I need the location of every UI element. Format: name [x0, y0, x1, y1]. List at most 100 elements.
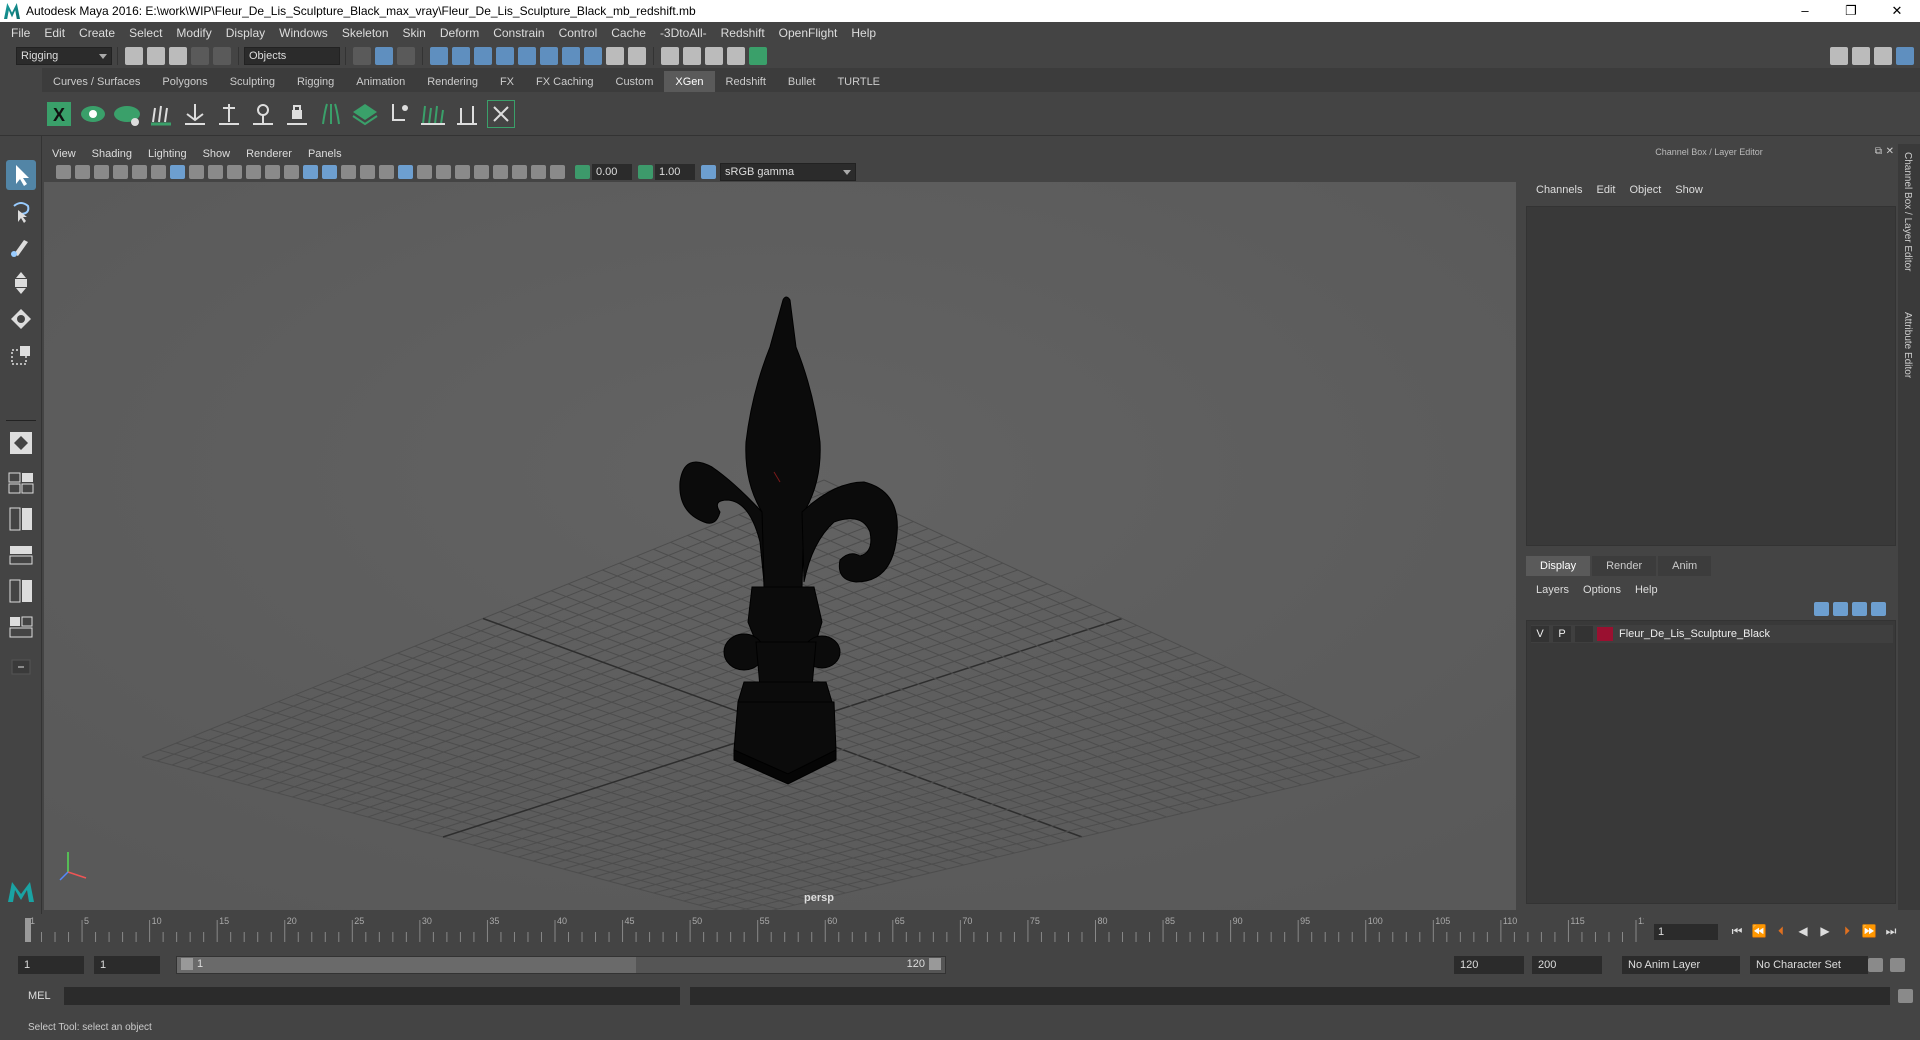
layer-visibility-toggle[interactable]: V — [1531, 626, 1549, 642]
close-icon[interactable]: ✕ — [1886, 146, 1894, 157]
tab-bullet[interactable]: Bullet — [776, 71, 827, 92]
menu-modify[interactable]: Modify — [169, 26, 218, 40]
menuset-dropdown[interactable]: Rigging — [16, 47, 112, 65]
depth-of-field-icon[interactable] — [474, 165, 489, 179]
go-to-start-button[interactable]: ⏮ — [1728, 922, 1746, 940]
anim-layer-dropdown[interactable]: No Anim Layer — [1622, 956, 1740, 974]
xgen-guide-move-icon[interactable] — [181, 100, 209, 128]
move-layer-up-icon[interactable] — [1814, 602, 1829, 616]
new-empty-layer-icon[interactable] — [1852, 602, 1867, 616]
minimize-button[interactable]: – — [1782, 3, 1828, 19]
snap-surface-icon[interactable] — [540, 47, 558, 65]
lasso-tool[interactable] — [6, 196, 36, 226]
select-object-icon[interactable] — [375, 47, 393, 65]
play-forwards-button[interactable]: ▶ — [1816, 922, 1834, 940]
menu-create[interactable]: Create — [72, 26, 122, 40]
menu-file[interactable]: File — [4, 26, 37, 40]
attribute-editor-toggle-icon[interactable] — [1852, 47, 1870, 65]
motion-blur-icon[interactable] — [436, 165, 451, 179]
safe-title-icon[interactable] — [284, 165, 299, 179]
options-menu[interactable]: Options — [1579, 584, 1631, 596]
step-back-key-button[interactable]: ⏴ — [1772, 922, 1790, 940]
bookmark-icon[interactable] — [94, 165, 109, 179]
gate-mask-icon[interactable] — [227, 165, 242, 179]
tab-curves-surfaces[interactable]: Curves / Surfaces — [42, 71, 152, 92]
scale-tool[interactable] — [6, 340, 36, 370]
move-tool[interactable] — [6, 268, 36, 298]
new-scene-icon[interactable] — [125, 47, 143, 65]
panel-menu-view[interactable]: View — [44, 148, 84, 160]
paint-select-tool[interactable] — [6, 232, 36, 262]
move-layer-down-icon[interactable] — [1833, 602, 1848, 616]
field-chart-icon[interactable] — [246, 165, 261, 179]
wireframe-on-shaded-icon[interactable] — [341, 165, 356, 179]
shadows-icon[interactable] — [398, 165, 413, 179]
menu-select[interactable]: Select — [122, 26, 169, 40]
panel-menu-lighting[interactable]: Lighting — [140, 148, 195, 160]
selection-mode-dropdown[interactable]: Objects — [244, 47, 340, 65]
maximize-button[interactable]: ❐ — [1828, 3, 1874, 19]
open-scene-icon[interactable] — [147, 47, 165, 65]
2d-pan-zoom-icon[interactable] — [132, 165, 147, 179]
snap-live-icon[interactable] — [518, 47, 536, 65]
menu-skeleton[interactable]: Skeleton — [335, 26, 396, 40]
construction-history-icon[interactable] — [584, 47, 602, 65]
show-menu[interactable]: Show — [1671, 184, 1713, 196]
grease-pencil-icon[interactable] — [151, 165, 166, 179]
tab-polygons[interactable]: Polygons — [151, 71, 219, 92]
tab-rendering[interactable]: Rendering — [416, 71, 489, 92]
toolbox-more-icon[interactable] — [6, 652, 36, 682]
camera-attributes-icon[interactable] — [56, 165, 71, 179]
tab-rigging[interactable]: Rigging — [285, 71, 346, 92]
grid-icon[interactable] — [170, 165, 185, 179]
side-tab-channel-box[interactable]: Channel Box / Layer Editor — [1902, 152, 1913, 272]
render-view-icon[interactable] — [749, 47, 767, 65]
layout-four-pane[interactable] — [6, 504, 36, 534]
menu-control[interactable]: Control — [552, 26, 605, 40]
panel-menu-show[interactable]: Show — [195, 148, 239, 160]
exposure-field[interactable]: 0.00 — [592, 164, 632, 180]
menu-help[interactable]: Help — [844, 26, 883, 40]
play-backwards-button[interactable]: ◀ — [1794, 922, 1812, 940]
exposure-icon[interactable] — [575, 165, 590, 179]
safe-action-icon[interactable] — [265, 165, 280, 179]
undo-icon[interactable] — [191, 47, 209, 65]
xgen-add-guide-icon[interactable] — [147, 100, 175, 128]
tab-custom[interactable]: Custom — [604, 71, 665, 92]
tab-fx[interactable]: FX — [488, 71, 526, 92]
ambient-occlusion-icon[interactable] — [417, 165, 432, 179]
render-settings-icon[interactable] — [705, 47, 723, 65]
menu-cache[interactable]: Cache — [604, 26, 653, 40]
xgen-guide-sculpt-icon[interactable] — [249, 100, 277, 128]
menu-edit[interactable]: Edit — [37, 26, 72, 40]
animation-start-field[interactable]: 1 — [18, 956, 84, 974]
xgen-cut-icon[interactable] — [453, 100, 481, 128]
input-output-icon[interactable] — [628, 47, 646, 65]
command-language-toggle[interactable]: MEL — [28, 990, 51, 1002]
step-forward-key-button[interactable]: ⏵ — [1838, 922, 1856, 940]
range-slider[interactable]: 1 120 — [176, 956, 946, 974]
help-menu[interactable]: Help — [1631, 584, 1668, 596]
wireframe-icon[interactable] — [303, 165, 318, 179]
tab-animation[interactable]: Animation — [345, 71, 417, 92]
xgen-lock-guide-icon[interactable] — [283, 100, 311, 128]
edit-menu[interactable]: Edit — [1592, 184, 1625, 196]
perspective-viewport[interactable]: persp — [44, 182, 1516, 910]
tab-redshift[interactable]: Redshift — [714, 71, 777, 92]
menu-windows[interactable]: Windows — [272, 26, 335, 40]
xgen-delete-icon[interactable] — [487, 99, 515, 128]
image-plane-icon[interactable] — [113, 165, 128, 179]
animation-end-field[interactable]: 200 — [1532, 956, 1602, 974]
layout-persp-outliner[interactable] — [6, 540, 36, 570]
resolution-gate-icon[interactable] — [208, 165, 223, 179]
playback-start-field[interactable]: 1 — [94, 956, 160, 974]
snap-curve-icon[interactable] — [452, 47, 470, 65]
xgen-guide-length-icon[interactable] — [215, 100, 243, 128]
step-forward-frame-button[interactable]: ⏩ — [1860, 922, 1878, 940]
layout-persp-graph[interactable] — [6, 576, 36, 606]
layer-color-swatch[interactable] — [1597, 627, 1613, 641]
shelf-options[interactable] — [0, 92, 42, 136]
current-frame-field[interactable]: 1 — [1654, 924, 1718, 940]
layer-name[interactable]: Fleur_De_Lis_Sculpture_Black — [1619, 628, 1770, 640]
tab-render[interactable]: Render — [1592, 556, 1657, 576]
